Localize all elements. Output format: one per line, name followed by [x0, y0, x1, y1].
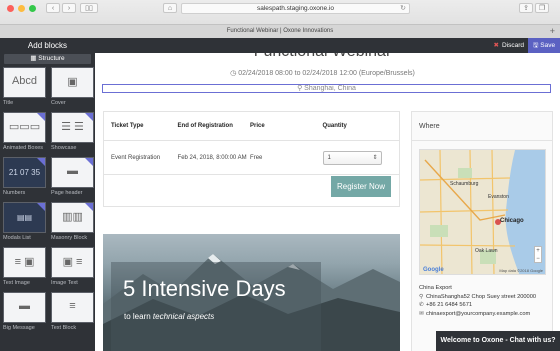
minimize-window-button[interactable] [18, 5, 25, 12]
showcase-icon: ☰ ☰ [51, 112, 94, 143]
map-label: Schaumburg [450, 181, 479, 187]
block-animated-boxes[interactable]: ▭▭▭ Animated Boxes [3, 112, 46, 157]
block-text-image[interactable]: ≡ ▣ Text Image [3, 247, 46, 292]
hero-subtitle: to learn technical aspects [124, 312, 215, 321]
tab-bar: Functional Webinar | Oxone Innovations + [0, 24, 560, 38]
company-name: China Export [419, 285, 452, 291]
page-canvas: Functional Webinar ◷ 02/24/2018 08:00 to… [95, 53, 560, 351]
where-card: Where Schaumburg Evanston Chicago Oak La… [411, 111, 553, 351]
map-graphic [420, 150, 545, 274]
clock-icon: ◷ [230, 70, 239, 77]
zoom-in-icon[interactable]: + [535, 247, 541, 255]
animated-boxes-icon: ▭▭▭ [3, 112, 46, 143]
sidebar-toggle-icon[interactable]: ▯▯ [80, 3, 98, 13]
block-text-block[interactable]: ≡ Text Block [51, 292, 94, 337]
title-text-icon: Abcd [3, 67, 46, 98]
url-text: salespath.staging.oxone.io [257, 5, 334, 12]
map-credit: Map data ©2018 Google [499, 268, 543, 273]
location-map[interactable]: Schaumburg Evanston Chicago Oak Lawn + − … [419, 149, 546, 275]
add-blocks-panel: Add blocks ▦ Structure Abcd Title ▣ Cove… [0, 38, 95, 351]
back-icon[interactable]: ‹ [46, 3, 60, 13]
table-row: Event Registration Feb 24, 2018, 8:00:00… [104, 141, 399, 175]
block-cover[interactable]: ▣ Cover [51, 67, 94, 112]
google-logo: Google [423, 267, 444, 273]
block-numbers[interactable]: 21 07 35 Numbers [3, 157, 46, 202]
close-window-button[interactable] [7, 5, 14, 12]
phone-number: +86 21 6484 5671 [426, 302, 473, 308]
close-icon: ✖ [493, 42, 499, 49]
modals-list-icon: ▤▤ [3, 202, 46, 233]
maximize-window-button[interactable] [29, 5, 36, 12]
editor-toolbar: ✖ Discard 🖫 Save [95, 38, 560, 53]
table-header: Ticket Type End of Registration Price Qu… [104, 112, 399, 141]
block-masonry[interactable]: ▥▥ Masonry Block [51, 202, 94, 247]
envelope-icon: ✉ [419, 310, 424, 317]
zoom-out-icon[interactable]: − [535, 255, 541, 263]
address-block: China Export ⚲ ChinaShangha52 Chop Suey s… [419, 284, 549, 318]
register-button[interactable]: Register Now [331, 176, 391, 197]
big-message-icon: ▬ [3, 292, 46, 323]
text-image-icon: ≡ ▣ [3, 247, 46, 278]
quantity-select[interactable]: 1 ⇕ [322, 150, 382, 165]
block-page-header[interactable]: ▬ Page header [51, 157, 94, 202]
tabs-overview-icon[interactable]: ❐ [535, 3, 549, 13]
tab-title[interactable]: Functional Webinar | Oxone Innovations [227, 28, 334, 34]
discard-button[interactable]: ✖ Discard [494, 38, 525, 53]
page-header-icon: ▬ [51, 157, 94, 188]
map-zoom-controls[interactable]: + − [534, 246, 542, 263]
history-nav: ‹ › [46, 3, 76, 13]
text-block-icon: ≡ [51, 292, 94, 323]
email-link[interactable]: chinaexport@yourcompany.example.com [426, 311, 530, 317]
select-arrows-icon: ⇕ [372, 154, 378, 161]
chat-widget-button[interactable]: Welcome to Oxone - Chat with us? [436, 331, 560, 351]
map-label: Evanston [488, 194, 509, 200]
masonry-icon: ▥▥ [51, 202, 94, 233]
numbers-icon: 21 07 35 [3, 157, 46, 188]
browser-chrome: ‹ › ▯▯ ⌂ salespath.staging.oxone.io ↻ ⇪ … [0, 0, 560, 38]
block-modals-list[interactable]: ▤▤ Modals List [3, 202, 46, 247]
phone-icon: ✆ [419, 302, 424, 308]
save-button[interactable]: 🖫 Save [528, 38, 560, 53]
street-address: ChinaShangha52 Chop Suey street 200000 [426, 293, 537, 300]
block-title[interactable]: Abcd Title [3, 67, 46, 112]
structure-tab[interactable]: ▦ Structure [4, 54, 91, 64]
window-controls [7, 5, 36, 12]
ticket-table: Ticket Type End of Registration Price Qu… [103, 111, 400, 207]
address-bar[interactable]: salespath.staging.oxone.io ↻ [181, 3, 410, 14]
image-text-icon: ▣ ≡ [51, 247, 94, 278]
hero-image: 5 Intensive Days to learn technical aspe… [103, 234, 400, 351]
reload-icon[interactable]: ↻ [400, 4, 406, 14]
event-location[interactable]: ⚲ Shanghai, China [102, 84, 551, 93]
map-label: Oak Lawn [475, 248, 498, 254]
panel-title: Add blocks [27, 41, 68, 50]
block-showcase[interactable]: ☰ ☰ Showcase [51, 112, 94, 157]
event-title: Functional Webinar [95, 53, 550, 61]
block-big-message[interactable]: ▬ Big Message [3, 292, 46, 337]
camera-icon: ▣ [51, 67, 94, 98]
hero-title: 5 Intensive Days [123, 276, 286, 301]
block-grid: Abcd Title ▣ Cover ▭▭▭ Animated Boxes ☰ … [0, 67, 95, 337]
block-image-text[interactable]: ▣ ≡ Image Text [51, 247, 94, 292]
map-marker-icon: ⚲ [419, 293, 424, 300]
share-icon[interactable]: ⇪ [519, 3, 533, 13]
new-tab-icon[interactable]: + [550, 25, 555, 38]
map-label: Chicago [500, 218, 524, 224]
event-date: ◷ 02/24/2018 08:00 to 02/24/2018 12:00 (… [230, 70, 415, 77]
where-heading: Where [412, 112, 552, 141]
forward-icon[interactable]: › [62, 3, 76, 13]
home-icon[interactable]: ⌂ [163, 3, 177, 13]
